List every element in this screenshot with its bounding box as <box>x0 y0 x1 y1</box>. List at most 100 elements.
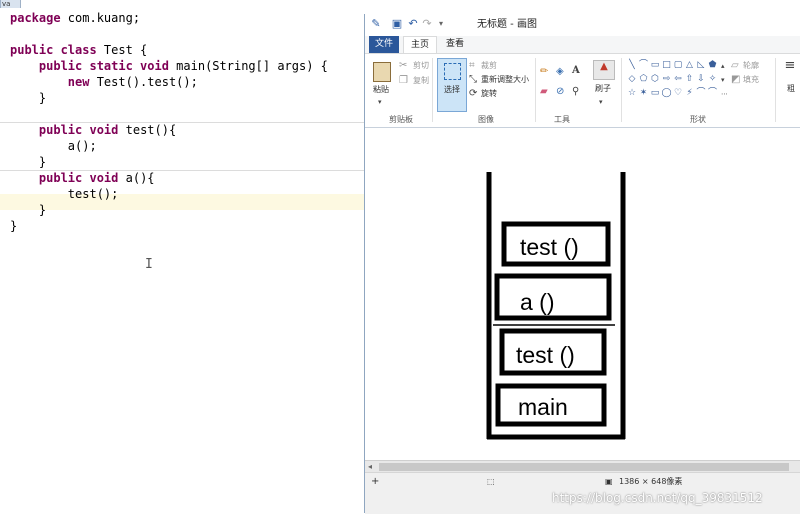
copy-button[interactable]: 复制 <box>413 76 429 86</box>
shape-option-icon[interactable]: ╲ <box>627 60 637 70</box>
select-label: 选择 <box>444 85 460 94</box>
shapes-more-icon[interactable]: ⋯ <box>721 88 728 100</box>
code-editor[interactable]: package com.kuang; public class Test { p… <box>0 8 364 513</box>
stack-frame-label: test () <box>516 342 575 368</box>
code-line: public void a(){ <box>38 171 155 185</box>
clipboard-group-label: 剪贴板 <box>389 115 413 124</box>
paste-icon[interactable] <box>373 62 391 82</box>
window-title: 无标题 - 画图 <box>477 19 537 30</box>
eraser-icon[interactable]: ▰ <box>540 86 548 98</box>
canvas-size-icon: ▣ <box>605 477 613 486</box>
brush-icon[interactable]: ▲ <box>593 60 615 80</box>
pencil-icon[interactable]: ✏ <box>540 66 548 78</box>
shapes-scroll-up-icon[interactable]: ▴ <box>721 60 725 72</box>
save-icon[interactable]: ▣ <box>391 18 403 30</box>
outline-icon[interactable]: ▱ <box>731 60 739 72</box>
shape-option-icon[interactable]: △ <box>685 60 695 70</box>
fill-icon[interactable]: ◩ <box>731 74 740 86</box>
code-line: public void test(){ <box>38 123 177 137</box>
fill-button[interactable]: 填充 <box>743 75 759 85</box>
title-bar: ✎ ▣ ↶ ↷ ▾ 无标题 - 画图 <box>365 14 800 37</box>
outline-button[interactable]: 轮廓 <box>743 61 759 71</box>
canvas-size-text: 1386 × 648像素 <box>619 477 683 486</box>
shape-option-icon[interactable]: ✶ <box>639 88 649 98</box>
rotate-icon[interactable]: ⟳ <box>469 88 477 100</box>
magnifier-icon[interactable]: ⚲ <box>572 86 579 98</box>
code-line: a(); <box>10 139 97 153</box>
ribbon-tabs: 文件 主页 查看 <box>365 36 800 53</box>
brush-dropdown-icon[interactable]: ▾ <box>599 96 603 108</box>
code-line: } <box>10 219 18 233</box>
shape-option-icon[interactable]: ⬠ <box>639 74 649 84</box>
shape-option-icon[interactable]: ▭ <box>650 88 660 98</box>
scrollbar-thumb[interactable] <box>379 463 789 471</box>
shape-option-icon[interactable]: □ <box>662 60 672 70</box>
shape-option-icon[interactable]: ⇦ <box>673 74 683 84</box>
stack-frame-label: test () <box>520 234 579 260</box>
tools-group-label: 工具 <box>554 115 570 124</box>
tab-file[interactable]: 文件 <box>369 36 399 53</box>
brush-button[interactable]: 刷子 <box>595 84 611 94</box>
shape-option-icon[interactable]: ⬟ <box>708 60 718 70</box>
paste-button[interactable]: 粘贴 <box>373 85 389 95</box>
resize-button[interactable]: 重新调整大小 <box>481 75 529 85</box>
shape-option-icon[interactable]: ⇨ <box>662 74 672 84</box>
shapes-group-label: 形状 <box>690 115 706 124</box>
drawing-canvas[interactable]: test () a () test () main <box>365 128 800 461</box>
shape-option-icon[interactable]: ▢ <box>673 60 683 70</box>
shape-option-icon[interactable]: ◯ <box>662 88 672 98</box>
shape-option-icon[interactable]: ▭ <box>650 60 660 70</box>
code-line: public class Test { <box>10 43 148 57</box>
copy-icon[interactable]: ❐ <box>399 75 408 87</box>
shape-option-icon[interactable]: ⌒ <box>708 88 718 98</box>
group-divider <box>535 58 536 122</box>
shape-option-icon[interactable]: ◇ <box>627 74 637 84</box>
fill-bucket-icon[interactable]: ◈ <box>556 66 564 78</box>
code-line: package com.kuang; <box>10 11 141 25</box>
image-group-label: 图像 <box>478 115 494 124</box>
shape-option-icon[interactable]: ⌒ <box>696 88 706 98</box>
code-line: } <box>10 91 47 105</box>
code-line: public static void main(String[] args) { <box>38 59 328 73</box>
select-button[interactable]: 选择 <box>437 58 467 112</box>
size-button[interactable]: 粗 <box>787 84 795 94</box>
add-icon: + <box>371 476 380 487</box>
shape-option-icon[interactable]: ⇧ <box>685 74 695 84</box>
shape-option-icon[interactable]: ◺ <box>696 60 706 70</box>
size-icon[interactable]: ≡ <box>783 59 797 72</box>
shape-option-icon[interactable]: ⚡ <box>685 88 695 98</box>
shape-option-icon[interactable]: ⌒ <box>639 60 649 70</box>
stack-frame-label: main <box>518 394 568 420</box>
tab-home[interactable]: 主页 <box>403 36 437 53</box>
shape-option-icon[interactable]: ⇩ <box>696 74 706 84</box>
crop-icon[interactable]: ⌗ <box>469 60 475 72</box>
tab-view[interactable]: 查看 <box>441 36 469 53</box>
paste-dropdown-icon[interactable]: ▾ <box>378 96 382 108</box>
text-tool-icon[interactable]: A <box>572 65 580 77</box>
undo-icon[interactable]: ↶ <box>407 18 419 30</box>
shapes-scroll-down-icon[interactable]: ▾ <box>721 74 725 86</box>
shape-option-icon[interactable]: ⬡ <box>650 74 660 84</box>
group-divider <box>775 58 776 122</box>
resize-icon[interactable]: ⤡ <box>469 74 477 86</box>
code-line: new Test().test(); <box>67 75 198 89</box>
shape-option-icon[interactable]: ♡ <box>673 88 683 98</box>
shape-option-icon[interactable]: ✧ <box>708 74 718 84</box>
quick-access-dropdown-icon[interactable]: ▾ <box>435 18 447 30</box>
color-picker-icon[interactable]: ⊘ <box>556 86 564 98</box>
select-icon <box>444 63 461 80</box>
selection-size-icon: ⬚ <box>487 477 495 486</box>
watermark: https://blog.csdn.net/qq_39831512 <box>552 491 763 505</box>
canvas-area[interactable]: test () a () test () main <box>365 127 800 461</box>
code-line: } <box>10 203 47 217</box>
rotate-button[interactable]: 旋转 <box>481 89 497 99</box>
text-cursor-icon: I <box>145 257 153 272</box>
shape-option-icon[interactable]: ☆ <box>627 88 637 98</box>
crop-button[interactable]: 裁剪 <box>481 61 497 71</box>
paint-app-icon: ✎ <box>371 17 381 30</box>
cut-icon[interactable]: ✂ <box>399 60 407 72</box>
group-divider <box>621 58 622 122</box>
stack-frame-label: a () <box>520 289 555 315</box>
redo-icon[interactable]: ↷ <box>421 18 433 30</box>
cut-button[interactable]: 剪切 <box>413 61 429 71</box>
